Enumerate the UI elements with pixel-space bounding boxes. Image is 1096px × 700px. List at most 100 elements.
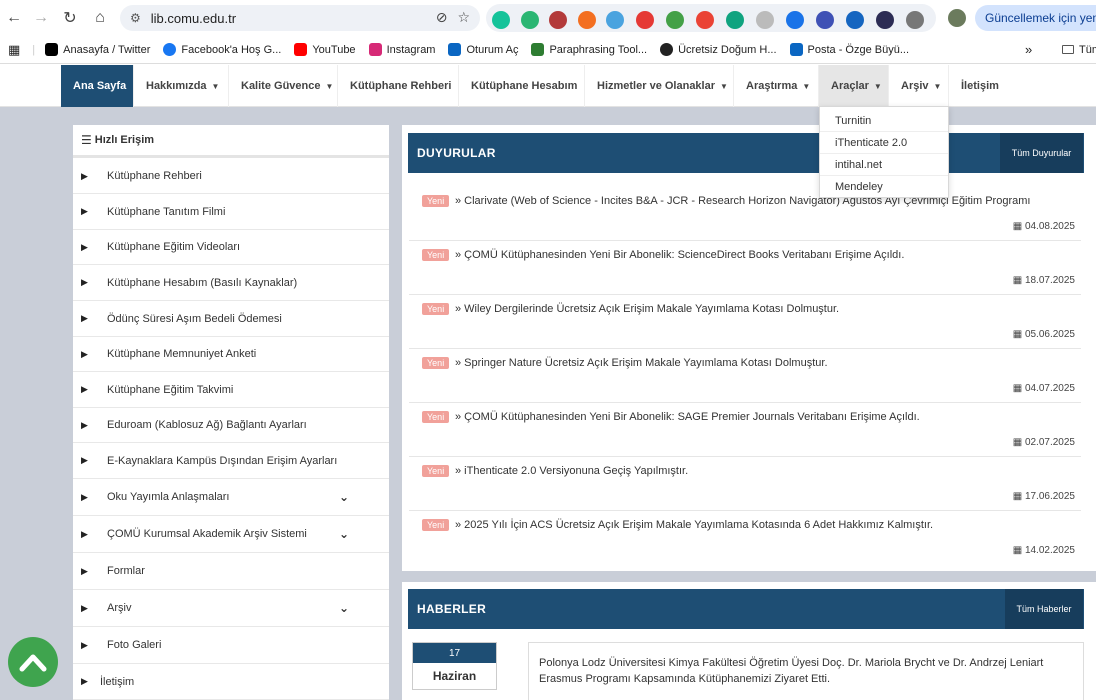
sidebar-item[interactable]: ▶ Kütüphane Hesabım (Basılı Kaynaklar) [73, 265, 389, 301]
profile-avatar[interactable] [948, 9, 966, 27]
sidebar-item[interactable]: ▶ Kütüphane Tanıtım Filmi [73, 194, 389, 230]
dropdown-item-mendeley[interactable]: Mendeley [820, 176, 948, 198]
nav-kalite-guvence[interactable]: Kalite Güvence ▼ [229, 65, 338, 107]
nav-kutuphane-hesabim[interactable]: Kütüphane Hesabım [459, 65, 585, 107]
back-icon[interactable]: ← [0, 4, 28, 32]
update-button[interactable]: Güncellemek için yeniden [975, 5, 1096, 31]
chevron-down-icon[interactable]: ⌄ [339, 490, 349, 504]
puzzle-icon[interactable] [906, 11, 924, 29]
bookmark-facebook[interactable]: Facebook'a Hoş G... [163, 43, 281, 56]
sidebar-item[interactable]: ▶ Kütüphane Eğitim Takvimi [73, 372, 389, 408]
sidebar-item[interactable]: ▶ Kütüphane Eğitim Videoları [73, 230, 389, 265]
sidebar-item[interactable]: ▶ Kütüphane Memnuniyet Anketi [73, 337, 389, 372]
extension-icon[interactable] [549, 11, 567, 29]
extension-icon[interactable] [521, 11, 539, 29]
sidebar-item[interactable]: ▶ Foto Galeri [73, 627, 389, 664]
triangle-right-icon: ▶ [81, 565, 88, 576]
bookmark-instagram[interactable]: Instagram [368, 43, 435, 56]
sidebar-item[interactable]: ▶ Oku Yayımla Anlaşmaları ⌄ [73, 479, 389, 516]
bookmark-login[interactable]: Oturum Aç [448, 43, 518, 56]
calendar-icon: ▦ [1012, 221, 1023, 232]
nav-hakkimizda[interactable]: Hakkımızda ▼ [134, 65, 229, 107]
extension-icon[interactable] [578, 11, 596, 29]
site-settings-icon[interactable]: ⚙ [130, 11, 141, 25]
announcements-panel: DUYURULAR Tüm Duyurular Yeni» Clarivate … [402, 125, 1096, 571]
bookmark-twitter[interactable]: Anasayfa / Twitter [45, 43, 150, 56]
grammarly-icon[interactable] [492, 11, 510, 29]
announcement-item[interactable]: Yeni» Springer Nature Ücretsiz Açık Eriş… [409, 349, 1081, 403]
announcement-item[interactable]: Yeni» Wiley Dergilerinde Ücretsiz Açık E… [409, 295, 1081, 349]
extension-icon[interactable] [606, 11, 624, 29]
sidebar-item[interactable]: ▶ Eduroam (Kablosuz Ağ) Bağlantı Ayarları [73, 408, 389, 443]
bookmark-youtube[interactable]: YouTube [294, 43, 356, 56]
dropdown-item-ithenticate[interactable]: iThenticate 2.0 [820, 132, 948, 154]
nav-araclar[interactable]: Araçlar ▼ [819, 65, 889, 107]
araclar-dropdown: Turnitin iThenticate 2.0 intihal.net Men… [819, 106, 949, 198]
extension-icon[interactable] [816, 11, 834, 29]
announcement-item[interactable]: Yeni» ÇOMÜ Kütüphanesinden Yeni Bir Abon… [409, 403, 1081, 457]
extension-icon[interactable] [666, 11, 684, 29]
caret-down-icon: ▼ [802, 81, 811, 91]
outlook-icon [448, 43, 462, 56]
all-announcements-button[interactable]: Tüm Duyurular [1000, 133, 1083, 173]
announcement-item[interactable]: Yeni» ÇOMÜ Kütüphanesinden Yeni Bir Abon… [409, 241, 1081, 295]
nav-arastirma[interactable]: Araştırma ▼ [734, 65, 819, 107]
extension-icon[interactable] [786, 11, 804, 29]
outlook-icon [789, 43, 803, 56]
bookmark-paraphrasing[interactable]: Paraphrasing Tool... [531, 43, 647, 56]
home-icon[interactable]: ⌂ [86, 4, 114, 32]
star-icon[interactable]: ☆ [457, 9, 470, 26]
extension-icon[interactable] [756, 11, 774, 29]
sidebar-item[interactable]: ▶ Kütüphane Rehberi [73, 159, 389, 194]
apps-grid-icon[interactable]: ▦ [8, 42, 20, 58]
bookmarks-more[interactable]: » [1025, 42, 1032, 57]
bookmarks-folder[interactable]: Tüm [1062, 44, 1096, 56]
gmail-icon[interactable] [696, 11, 714, 29]
sidebar-item[interactable]: ▶ Ödünç Süresi Aşım Bedeli Ödemesi [73, 301, 389, 337]
triangle-right-icon: ▶ [81, 241, 88, 252]
announcement-item[interactable]: Yeni» iThenticate 2.0 Versiyonuna Geçiş … [409, 457, 1081, 511]
paraphrase-icon [531, 43, 545, 56]
sidebar-item[interactable]: ▶ ÇOMÜ Kurumsal Akademik Arşiv Sistemi ⌄ [73, 516, 389, 553]
browser-toolbar: ← → ↻ ⌂ ⚙ lib.comu.edu.tr ⊘ ☆ Güncelleme… [0, 0, 1096, 36]
reload-icon[interactable]: ↻ [56, 4, 84, 32]
calendar-icon: ▦ [1012, 275, 1023, 286]
chevron-up-icon [19, 654, 47, 672]
sidebar-item[interactable]: ▶ İletişim [73, 664, 389, 700]
nav-iletisim[interactable]: İletişim [949, 65, 1011, 107]
all-news-button[interactable]: Tüm Haberler [1005, 589, 1083, 629]
new-badge: Yeni [422, 411, 450, 423]
announcements-header: DUYURULAR [408, 133, 1084, 173]
nav-ana-sayfa[interactable]: Ana Sayfa [61, 65, 134, 107]
chevron-down-icon[interactable]: ⌄ [339, 601, 349, 615]
calendar-icon: ▦ [1012, 437, 1023, 448]
announcement-item[interactable]: Yeni» Clarivate (Web of Science - Incite… [409, 187, 1081, 241]
chevron-down-icon[interactable]: ⌄ [339, 527, 349, 541]
extension-icon[interactable] [846, 11, 864, 29]
bookmark-birth[interactable]: Ücretsiz Doğum H... [660, 43, 777, 56]
bookmark-mail[interactable]: Posta - Özge Büyü... [789, 43, 909, 56]
announcement-item[interactable]: Yeni» 2025 Yılı İçin ACS Ücretsiz Açık E… [409, 511, 1081, 565]
extension-icon[interactable] [726, 11, 744, 29]
scroll-to-top-button[interactable] [8, 637, 58, 687]
nav-kutuphane-rehberi[interactable]: Kütüphane Rehberi [338, 65, 459, 107]
address-bar[interactable]: ⚙ lib.comu.edu.tr ⊘ ☆ [120, 5, 480, 31]
nav-arsiv[interactable]: Arşiv ▼ [889, 65, 949, 107]
dropdown-item-intihal[interactable]: intihal.net [820, 154, 948, 176]
triangle-right-icon: ▶ [81, 206, 88, 216]
news-item[interactable]: 17 Haziran Polonya Lodz Üniversitesi Kim… [408, 634, 1084, 700]
news-date-badge: 17 Haziran [412, 642, 497, 690]
nav-hizmetler[interactable]: Hizmetler ve Olanaklar ▼ [585, 65, 734, 107]
sidebar-item[interactable]: ▶ Arşiv ⌄ [73, 590, 389, 627]
sidebar-item[interactable]: ▶ Formlar [73, 553, 389, 590]
eye-off-icon[interactable]: ⊘ [436, 9, 448, 26]
news-headline[interactable]: Polonya Lodz Üniversitesi Kimya Fakültes… [528, 642, 1084, 700]
extension-icon[interactable] [636, 11, 654, 29]
extension-icon[interactable] [876, 11, 894, 29]
triangle-right-icon: ▶ [81, 170, 88, 181]
dropdown-item-turnitin[interactable]: Turnitin [820, 110, 948, 132]
forward-icon[interactable]: → [27, 4, 55, 32]
youtube-icon [294, 43, 308, 56]
sidebar-item[interactable]: ▶ E-Kaynaklara Kampüs Dışından Erişim Aya… [73, 443, 389, 479]
new-badge: Yeni [422, 519, 450, 531]
